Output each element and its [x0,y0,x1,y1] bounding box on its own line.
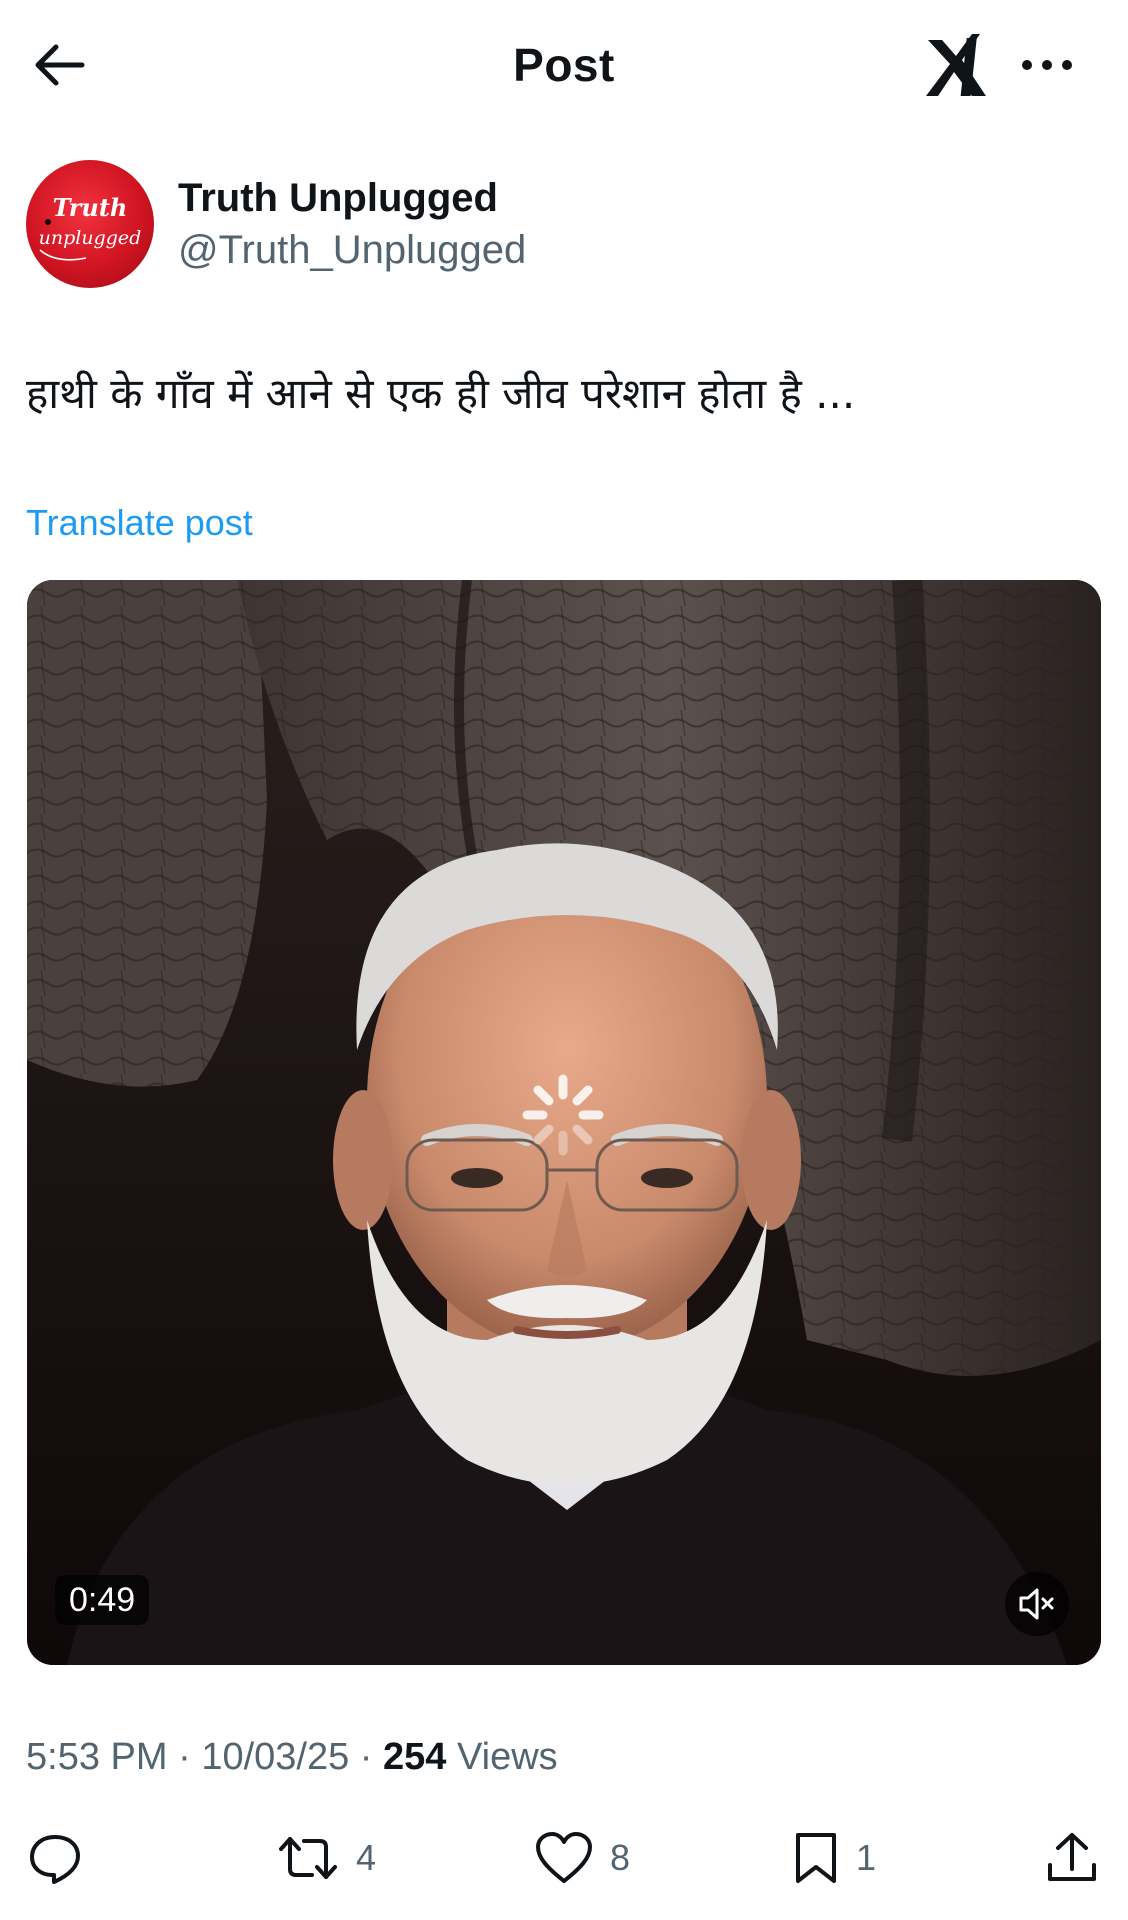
more-icon [1022,60,1072,70]
meta-separator: · [178,1736,191,1778]
reply-icon [30,1835,80,1884]
video-player[interactable]: 0:49 [27,580,1101,1665]
grok-button[interactable] [920,26,990,102]
heart-icon [536,1832,592,1883]
svg-text:unplugged: unplugged [39,227,142,249]
repost-icon [279,1837,337,1879]
post-time: 5:53 PM [26,1736,168,1778]
bookmark-button[interactable]: 1 [792,1826,876,1890]
meta-separator: · [359,1736,373,1778]
avatar-logo: Truth unplugged [39,193,142,261]
views-label[interactable]: Views [457,1736,558,1778]
video-thumbnail [27,580,1101,1665]
translate-post-link[interactable]: Translate post [26,502,253,544]
video-duration: 0:49 [55,1575,150,1625]
share-icon [1048,1833,1096,1881]
post-meta: 5:53 PM · 10/03/25 · 254 Views [26,1736,558,1779]
more-options-button[interactable] [1018,40,1076,90]
reply-button[interactable] [26,1826,84,1890]
views-count[interactable]: 254 [383,1736,446,1778]
bookmark-icon [796,1833,836,1883]
bookmark-count: 1 [856,1837,877,1878]
grok-icon [926,34,986,96]
author-name[interactable]: Truth Unplugged [178,176,498,221]
repost-button[interactable]: 4 [276,1826,376,1890]
mute-button[interactable] [1005,1572,1069,1636]
post-date: 10/03/25 [201,1736,350,1778]
share-button[interactable] [1044,1826,1100,1890]
speaker-muted-icon [1019,1588,1054,1620]
author-avatar[interactable]: Truth unplugged [26,160,154,288]
post-text: हाथी के गाँव में आने से एक ही जीव परेशान… [26,369,856,418]
author-handle[interactable]: @Truth_Unplugged [178,228,526,273]
top-bar: Post [0,0,1128,130]
like-count: 8 [610,1837,631,1878]
like-button[interactable]: 8 [534,1826,630,1890]
svg-text:Truth: Truth [53,193,128,222]
repost-count: 4 [356,1837,377,1878]
